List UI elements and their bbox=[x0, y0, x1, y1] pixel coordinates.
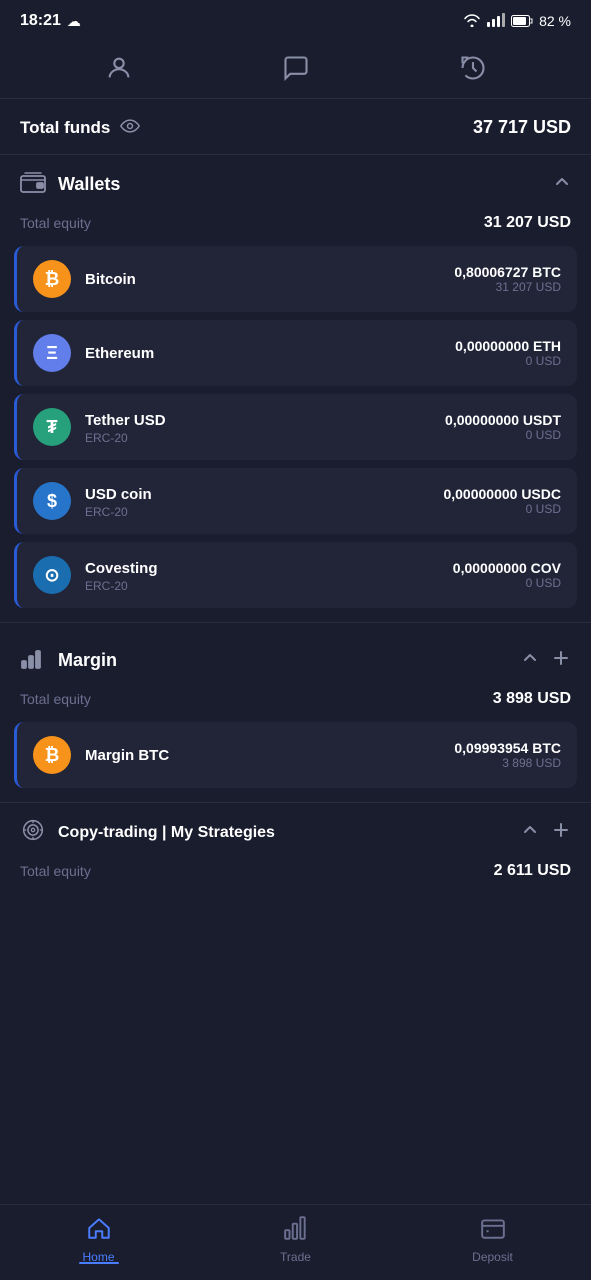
wallets-equity-row: Total equity 31 207 USD bbox=[0, 210, 591, 246]
wallet-info-margin-btc: Margin BTC bbox=[85, 745, 454, 766]
wallets-equity-value: 31 207 USD bbox=[484, 214, 571, 232]
wallet-item-usdc[interactable]: $ USD coin ERC-20 0,00000000 USDC 0 USD bbox=[14, 468, 577, 534]
margin-equity-label: Total equity bbox=[20, 691, 91, 707]
wallet-name-usdc: USD coin bbox=[85, 484, 443, 505]
wallet-amounts-margin-btc: 0,09993954 BTC 3 898 USD bbox=[454, 740, 561, 770]
btc-coin-icon: ₿ bbox=[33, 260, 71, 298]
wallet-amounts-eth: 0,00000000 ETH 0 USD bbox=[455, 338, 561, 368]
copytrading-chevron-icon[interactable] bbox=[521, 821, 539, 844]
wallet-subtitle-cov: ERC-20 bbox=[85, 579, 453, 593]
wallet-crypto-margin-btc: 0,09993954 BTC bbox=[454, 740, 561, 756]
total-funds-amount: 37 717 USD bbox=[473, 117, 571, 138]
copytrading-section-title: Copy-trading | My Strategies bbox=[58, 824, 509, 842]
wallets-section-header: Wallets bbox=[0, 155, 591, 210]
status-time: 18:21 bbox=[20, 12, 61, 30]
signal-icon bbox=[487, 13, 505, 30]
wallet-amounts-btc: 0,80006727 BTC 31 207 USD bbox=[454, 264, 561, 294]
wallet-amounts-usdc: 0,00000000 USDC 0 USD bbox=[443, 486, 561, 516]
wallet-crypto-usdt: 0,00000000 USDT bbox=[445, 412, 561, 428]
wallet-crypto-btc: 0,80006727 BTC bbox=[454, 264, 561, 280]
wallet-usd-usdt: 0 USD bbox=[445, 428, 561, 442]
cov-coin-icon: ⊙ bbox=[33, 556, 71, 594]
copytrading-section-header: Copy-trading | My Strategies bbox=[0, 803, 591, 858]
wallet-info-btc: Bitcoin bbox=[85, 269, 454, 290]
margin-section-header: Margin bbox=[0, 631, 591, 686]
wallet-usd-usdc: 0 USD bbox=[443, 502, 561, 516]
wallet-crypto-usdc: 0,00000000 USDC bbox=[443, 486, 561, 502]
cloud-icon: ☁ bbox=[67, 13, 81, 30]
margin-icon bbox=[20, 647, 46, 674]
copytrading-equity-value: 2 611 USD bbox=[494, 862, 571, 880]
wallets-section-title: Wallets bbox=[58, 174, 541, 195]
margin-chevron-icon[interactable] bbox=[521, 649, 539, 672]
margin-equity-row: Total equity 3 898 USD bbox=[0, 686, 591, 722]
wallets-icon bbox=[20, 171, 46, 198]
wallet-name-usdt: Tether USD bbox=[85, 410, 445, 431]
trade-label: Trade bbox=[280, 1250, 311, 1264]
chat-button[interactable] bbox=[280, 52, 312, 84]
wallets-equity-label: Total equity bbox=[20, 215, 91, 231]
wallet-item-margin-btc[interactable]: ₿ Margin BTC 0,09993954 BTC 3 898 USD bbox=[14, 722, 577, 788]
wallet-name-btc: Bitcoin bbox=[85, 269, 454, 290]
copytrading-equity-row: Total equity 2 611 USD bbox=[0, 858, 591, 894]
wallets-chevron-icon[interactable] bbox=[553, 173, 571, 196]
wallet-usd-margin-btc: 3 898 USD bbox=[454, 756, 561, 770]
wallet-usd-cov: 0 USD bbox=[453, 576, 561, 590]
total-funds-left: Total funds bbox=[20, 118, 140, 138]
bottom-nav: Home Trade Deposit bbox=[0, 1204, 591, 1280]
margin-section-title: Margin bbox=[58, 650, 509, 671]
copytrading-icon bbox=[20, 819, 46, 846]
wallet-amounts-usdt: 0,00000000 USDT 0 USD bbox=[445, 412, 561, 442]
wallet-usd-eth: 0 USD bbox=[455, 354, 561, 368]
wallet-name-margin-btc: Margin BTC bbox=[85, 745, 454, 766]
nav-trade[interactable]: Trade bbox=[197, 1215, 394, 1264]
wallet-item-usdt[interactable]: ₮ Tether USD ERC-20 0,00000000 USDT 0 US… bbox=[14, 394, 577, 460]
wallet-subtitle-usdc: ERC-20 bbox=[85, 505, 443, 519]
wallet-name-cov: Covesting bbox=[85, 558, 453, 579]
trade-icon bbox=[283, 1215, 309, 1246]
deposit-icon bbox=[480, 1215, 506, 1246]
copytrading-plus-icon[interactable] bbox=[551, 820, 571, 845]
copytrading-equity-label: Total equity bbox=[20, 863, 91, 879]
top-nav bbox=[0, 38, 591, 99]
home-icon bbox=[86, 1215, 112, 1246]
battery-icon bbox=[511, 15, 533, 27]
wallet-info-usdc: USD coin ERC-20 bbox=[85, 484, 443, 519]
wallet-name-eth: Ethereum bbox=[85, 343, 455, 364]
status-icons: 82 % bbox=[463, 13, 571, 30]
deposit-label: Deposit bbox=[472, 1250, 513, 1264]
wallet-crypto-eth: 0,00000000 ETH bbox=[455, 338, 561, 354]
battery-percent: 82 % bbox=[539, 13, 571, 29]
usdt-coin-icon: ₮ bbox=[33, 408, 71, 446]
wallet-item-eth[interactable]: Ξ Ethereum 0,00000000 ETH 0 USD bbox=[14, 320, 577, 386]
usdc-coin-icon: $ bbox=[33, 482, 71, 520]
wallet-usd-btc: 31 207 USD bbox=[454, 280, 561, 294]
margin-btc-coin-icon: ₿ bbox=[33, 736, 71, 774]
wallet-subtitle-usdt: ERC-20 bbox=[85, 431, 445, 445]
wallet-info-usdt: Tether USD ERC-20 bbox=[85, 410, 445, 445]
wallet-item-btc[interactable]: ₿ Bitcoin 0,80006727 BTC 31 207 USD bbox=[14, 246, 577, 312]
nav-home[interactable]: Home bbox=[0, 1215, 197, 1264]
wallet-crypto-cov: 0,00000000 COV bbox=[453, 560, 561, 576]
wallets-list: ₿ Bitcoin 0,80006727 BTC 31 207 USD Ξ Et… bbox=[0, 246, 591, 608]
total-funds-section: Total funds 37 717 USD bbox=[0, 99, 591, 155]
main-content: Total funds 37 717 USD Wallets bbox=[0, 99, 591, 974]
margin-plus-icon[interactable] bbox=[551, 648, 571, 673]
history-button[interactable] bbox=[457, 52, 489, 84]
wallet-info-eth: Ethereum bbox=[85, 343, 455, 364]
status-bar: 18:21 ☁ 8 bbox=[0, 0, 591, 38]
profile-button[interactable] bbox=[103, 52, 135, 84]
wallet-info-cov: Covesting ERC-20 bbox=[85, 558, 453, 593]
wifi-icon bbox=[463, 13, 481, 30]
margin-equity-value: 3 898 USD bbox=[493, 690, 571, 708]
total-funds-label: Total funds bbox=[20, 118, 110, 138]
nav-deposit[interactable]: Deposit bbox=[394, 1215, 591, 1264]
eth-coin-icon: Ξ bbox=[33, 334, 71, 372]
wallet-item-cov[interactable]: ⊙ Covesting ERC-20 0,00000000 COV 0 USD bbox=[14, 542, 577, 608]
eye-icon[interactable] bbox=[120, 118, 140, 138]
margin-list: ₿ Margin BTC 0,09993954 BTC 3 898 USD bbox=[0, 722, 591, 788]
wallet-amounts-cov: 0,00000000 COV 0 USD bbox=[453, 560, 561, 590]
